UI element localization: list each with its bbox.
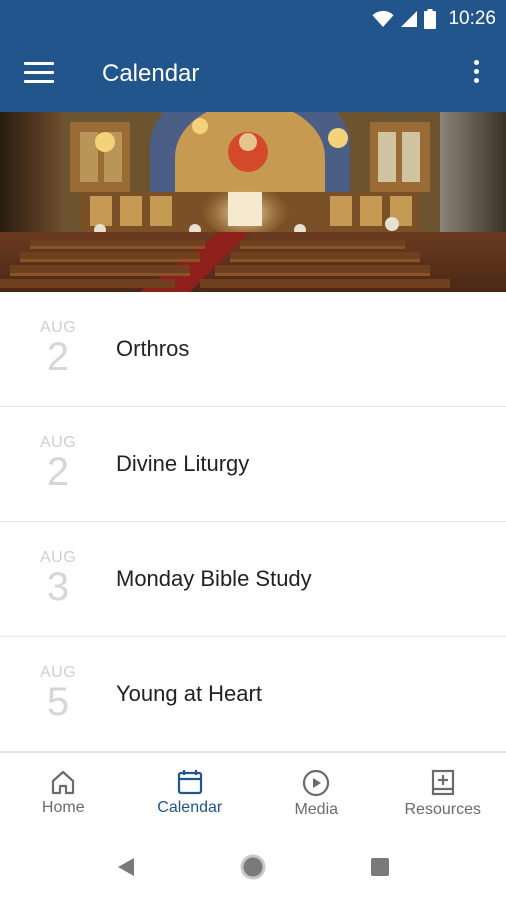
page-title: Calendar <box>102 60 200 87</box>
event-day: 3 <box>46 565 70 609</box>
nav-item-resources[interactable]: Resources <box>380 753 506 833</box>
nav-label-resources: Resources <box>404 801 481 818</box>
event-day: 5 <box>46 680 70 724</box>
hamburger-menu-icon[interactable] <box>24 62 54 88</box>
wifi-icon <box>372 10 394 27</box>
nav-label-media: Media <box>294 801 339 818</box>
event-list: AUG 2 Orthros AUG 2 Divine Liturgy AUG 3… <box>0 292 506 752</box>
status-icons: 10:26 <box>372 6 496 32</box>
event-row[interactable]: AUG 5 Young at Heart <box>0 637 506 752</box>
event-title: Young at Heart <box>116 681 262 706</box>
nav-item-calendar[interactable]: Calendar <box>127 753 254 833</box>
overflow-menu-icon[interactable] <box>468 60 484 90</box>
bottom-nav: Home Calendar Media Resources <box>0 752 506 833</box>
book-plus-icon <box>431 769 454 796</box>
church-interior-photo <box>0 112 506 292</box>
nav-label-calendar: Calendar <box>157 799 223 816</box>
nav-item-home[interactable]: Home <box>0 753 127 833</box>
event-day: 2 <box>46 335 70 379</box>
event-title: Orthros <box>116 336 190 361</box>
home-circle-icon[interactable] <box>240 854 266 880</box>
calendar-icon <box>177 770 202 795</box>
hero-image <box>0 112 506 292</box>
event-row[interactable]: AUG 2 Divine Liturgy <box>0 407 506 522</box>
play-circle-icon <box>303 769 330 797</box>
event-row[interactable]: AUG 2 Orthros <box>0 292 506 407</box>
battery-icon <box>424 9 437 29</box>
home-icon <box>52 770 75 795</box>
status-bar: 10:26 <box>0 0 506 38</box>
nav-label-home: Home <box>41 799 85 816</box>
event-title: Divine Liturgy <box>116 451 250 476</box>
app-bar: Calendar <box>0 38 506 112</box>
event-row[interactable]: AUG 3 Monday Bible Study <box>0 522 506 637</box>
event-title: Monday Bible Study <box>116 566 312 591</box>
event-day: 2 <box>46 450 70 494</box>
status-time: 10:26 <box>448 8 496 29</box>
system-nav-bar <box>0 832 506 900</box>
cell-signal-icon <box>401 11 418 27</box>
nav-item-media[interactable]: Media <box>253 753 380 833</box>
back-icon[interactable] <box>116 856 136 878</box>
recents-icon[interactable] <box>370 857 390 877</box>
